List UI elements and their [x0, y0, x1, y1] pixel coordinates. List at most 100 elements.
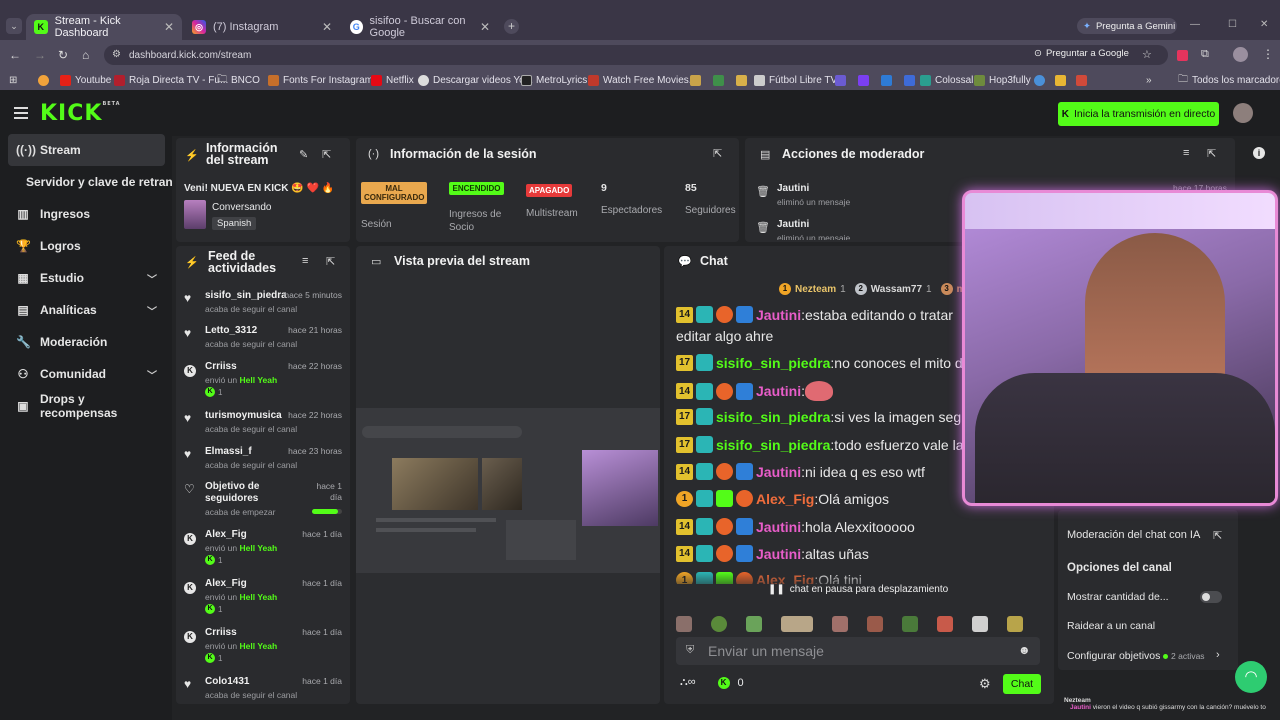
- stream-preview-video[interactable]: [356, 408, 660, 573]
- close-icon[interactable]: ✕: [164, 20, 174, 34]
- home-icon[interactable]: ⌂: [82, 48, 89, 62]
- tab-google-search[interactable]: G sisifoo - Buscar con Google ✕: [342, 14, 498, 40]
- chat-message[interactable]: 14 Jautini: estaba editando o tratar: [676, 306, 953, 323]
- bookmark-colossal[interactable]: Colossal: [920, 70, 973, 90]
- chat-message[interactable]: 17 sisifo_sin_piedra: todo esfuerzo vale …: [676, 436, 983, 453]
- extension-icon[interactable]: [1177, 50, 1188, 61]
- sidebar-item-analiticas[interactable]: ▤ Analíticas ﹀: [8, 294, 165, 326]
- bookmark-icons-group-3[interactable]: [1034, 70, 1087, 90]
- emote-icon[interactable]: [711, 616, 727, 632]
- chat-message[interactable]: 1 Alex_Fig: Olá amigos: [676, 490, 889, 507]
- filter-icon[interactable]: ≡: [1183, 147, 1189, 159]
- ask-google-button[interactable]: ⊙ Preguntar a Google: [1034, 48, 1129, 59]
- chat-username[interactable]: Jautini: [756, 546, 801, 562]
- bookmark-icons-group[interactable]: [690, 70, 747, 90]
- sidebar-item-estudio[interactable]: ▦ Estudio ﹀: [8, 262, 165, 294]
- viewers-infinity-icon[interactable]: ⛬∞: [680, 676, 696, 689]
- chat-username[interactable]: Alex_Fig: [756, 491, 814, 507]
- chevron-right-icon[interactable]: ›: [1216, 649, 1220, 661]
- new-tab-plus-icon[interactable]: +: [504, 19, 519, 34]
- sidebar-item-comunidad[interactable]: ⚇ Comunidad ﹀: [8, 358, 165, 390]
- mod-action-user[interactable]: Jautini: [777, 219, 809, 230]
- go-live-button[interactable]: K Inicia la transmisión en directo: [1058, 102, 1219, 126]
- emote-icon[interactable]: [746, 616, 762, 632]
- gifter-name[interactable]: Nezteam: [795, 284, 836, 295]
- popout-icon[interactable]: ⇱: [713, 147, 722, 160]
- chat-paused-notice[interactable]: ❚❚ chat en pausa para desplazamiento: [768, 584, 948, 595]
- bookmark-icons-group-2[interactable]: [835, 70, 915, 90]
- emote-icon[interactable]: [676, 616, 692, 632]
- feed-item[interactable]: K Alex_Fig hace 1 día envió un Hell Yeah K 1: [178, 527, 348, 569]
- emote-icon[interactable]: [937, 616, 953, 632]
- show-count-toggle[interactable]: [1200, 591, 1222, 603]
- bookmark-youtube[interactable]: Youtube: [60, 70, 111, 90]
- sidebar-item-server-key[interactable]: Servidor y clave de retransn: [26, 166, 172, 198]
- forward-arrow-icon[interactable]: →: [34, 48, 46, 62]
- chat-input[interactable]: ⛨ Enviar un mensaje ☻: [676, 637, 1040, 665]
- mod-action-user[interactable]: Jautini: [777, 183, 809, 194]
- popout-icon[interactable]: ⇱: [322, 148, 331, 161]
- profile-avatar[interactable]: [1233, 47, 1248, 62]
- feed-item[interactable]: K Crriiss hace 22 horas envió un Hell Yeah K…: [178, 359, 348, 401]
- popout-icon[interactable]: ⇱: [326, 255, 335, 268]
- info-icon[interactable]: i: [1253, 147, 1265, 159]
- minimize-icon[interactable]: —: [1190, 19, 1200, 30]
- chat-message[interactable]: 17 sisifo_sin_piedra: no conoces el mito …: [676, 354, 984, 371]
- close-icon[interactable]: ✕: [322, 20, 332, 34]
- puzzle-icon[interactable]: ⧉: [1201, 48, 1209, 61]
- raid-channel-link[interactable]: Raidear a un canal: [1067, 620, 1155, 632]
- emote-icon[interactable]: [781, 616, 813, 632]
- feed-item[interactable]: ♡ Objetivo de seguidores hace 1 día acaba de …: [178, 479, 348, 521]
- close-icon[interactable]: ✕: [480, 20, 490, 34]
- bookmark-bnco[interactable]: 🗀 BNCO: [217, 70, 260, 90]
- chat-username[interactable]: Jautini: [756, 464, 801, 480]
- bookmark-futbol-libre[interactable]: Fútbol Libre TV: [754, 70, 837, 90]
- tab-kick-dashboard[interactable]: K Stream - Kick Dashboard ✕: [26, 14, 182, 40]
- window-close-icon[interactable]: ✕: [1260, 19, 1268, 30]
- address-field[interactable]: ⚙ dashboard.kick.com/stream ⊙ Preguntar a…: [104, 45, 1168, 65]
- support-chat-icon[interactable]: ◠: [1235, 661, 1267, 693]
- chat-message[interactable]: 14 Jautini:: [676, 381, 834, 401]
- bookmark-hop3fully[interactable]: Hop3fully: [974, 70, 1031, 90]
- filter-icon[interactable]: ≡: [302, 255, 308, 267]
- sidebar-item-ingresos[interactable]: ▥ Ingresos: [8, 198, 165, 230]
- emote-icon[interactable]: [1007, 616, 1023, 632]
- emote-icon[interactable]: [902, 616, 918, 632]
- chat-message[interactable]: 17 sisifo_sin_piedra: si ves la imagen se…: [676, 408, 981, 425]
- popout-icon[interactable]: ⇱: [1207, 147, 1216, 160]
- bookmark-metrolyrics[interactable]: MetroLyrics: [521, 70, 587, 90]
- ai-moderation-link[interactable]: Moderación del chat con IA: [1067, 529, 1200, 541]
- apps-grid-icon[interactable]: ⊞: [9, 70, 17, 90]
- site-info-icon[interactable]: ⚙: [112, 49, 121, 60]
- star-icon[interactable]: ☆: [1142, 48, 1152, 61]
- hamburger-menu-icon[interactable]: [14, 107, 28, 119]
- configure-goals-link[interactable]: Configurar objetivos: [1067, 650, 1160, 662]
- chat-username[interactable]: sisifo_sin_piedra: [716, 355, 830, 371]
- bookmark-watch-free-movies[interactable]: Watch Free Movies...: [588, 70, 697, 90]
- chat-username[interactable]: Jautini: [756, 307, 801, 323]
- tab-search-button[interactable]: ⌄: [6, 18, 22, 34]
- chat-username[interactable]: Jautini: [756, 383, 801, 399]
- feed-item[interactable]: K Alex_Fig hace 1 día envió un Hell Yeah K 1: [178, 576, 348, 618]
- chat-send-button[interactable]: Chat: [1003, 674, 1041, 694]
- back-arrow-icon[interactable]: ←: [9, 48, 21, 62]
- kebab-menu-icon[interactable]: ⋮: [1262, 47, 1274, 61]
- sidebar-item-drops[interactable]: ▣ Drops y recompensas: [8, 390, 165, 422]
- chat-username[interactable]: sisifo_sin_piedra: [716, 409, 830, 425]
- emote-icon[interactable]: [972, 616, 988, 632]
- chat-username[interactable]: sisifo_sin_piedra: [716, 437, 830, 453]
- bookmarks-overflow-chevron-icon[interactable]: »: [1146, 70, 1152, 90]
- feed-item[interactable]: K Crriiss hace 1 día envió un Hell Yeah K 1: [178, 625, 348, 667]
- chat-message[interactable]: 14 Jautini: ni idea q es eso wtf: [676, 463, 925, 480]
- bookmark-descargar[interactable]: Descargar videos Yo...: [418, 70, 533, 90]
- emoji-icon[interactable]: ☻: [1018, 643, 1031, 657]
- tab-instagram[interactable]: ◎ (7) Instagram ✕: [184, 14, 340, 40]
- emote-icon[interactable]: [832, 616, 848, 632]
- user-avatar[interactable]: [1233, 103, 1253, 123]
- gear-icon[interactable]: ⚙: [979, 676, 991, 692]
- kick-logo[interactable]: KICKBETA: [40, 101, 121, 126]
- chat-message[interactable]: 14 Jautini: altas uñas: [676, 545, 869, 562]
- emote-icon[interactable]: [867, 616, 883, 632]
- chat-message[interactable]: 14 Jautini: hola Alexxitooooo: [676, 518, 915, 535]
- sidebar-item-logros[interactable]: 🏆 Logros: [8, 230, 165, 262]
